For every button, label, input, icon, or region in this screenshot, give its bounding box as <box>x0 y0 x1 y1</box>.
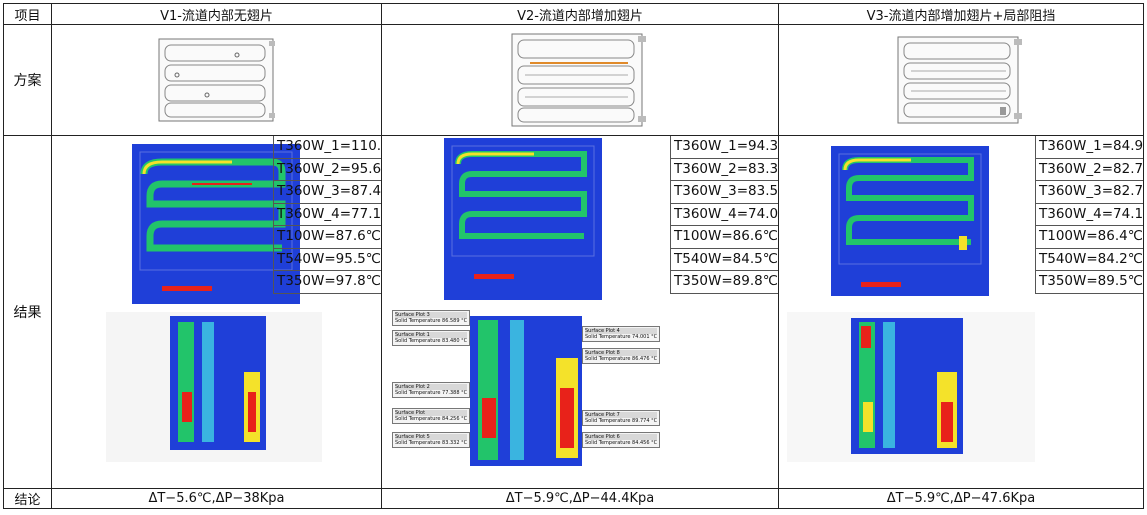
callout-v2-0: Surface Plot Solid Temperature 84.256 °C <box>392 408 471 424</box>
temp-v3-7: T350W=89.5℃ <box>1035 271 1143 294</box>
temps-v3: T360W_1=84.9℃ T360W_2=82.7℃ T360W_3=82.7… <box>1035 136 1143 294</box>
temp-v2-5: T100W=86.6℃ <box>670 226 778 249</box>
temps-v1: T360W_1=110.0℃ T360W_2=95.6℃ T360W_3=87.… <box>273 136 381 294</box>
flow-plot-v2 <box>444 138 602 300</box>
temp-v3-6: T540W=84.2℃ <box>1035 248 1143 271</box>
scheme-v3-diagram <box>897 36 1022 123</box>
temp-v1-7: T350W=97.8℃ <box>273 271 381 294</box>
header-v1: V1-流道内部无翅片 <box>51 3 382 25</box>
scheme-v1 <box>51 24 382 136</box>
scheme-v3 <box>778 24 1144 136</box>
temp-v2-4: T360W_4=74.0℃ <box>670 203 778 226</box>
temp-v3-5: T100W=86.4℃ <box>1035 226 1143 249</box>
callout-v2-5: Surface Plot 5 Solid Temperature 83.332 °… <box>392 432 471 448</box>
conclusion-v1: ΔT−5.6℃,ΔP−38Kpa <box>51 488 382 509</box>
temp-v2-6: T540W=84.5℃ <box>670 248 778 271</box>
temps-v2: T360W_1=94.3℃ T360W_2=83.3℃ T360W_3=83.5… <box>670 136 778 294</box>
header-item: 项目 <box>3 3 52 25</box>
temp-v2-3: T360W_3=83.5℃ <box>670 181 778 204</box>
result-v3: T360W_1=84.9℃ T360W_2=82.7℃ T360W_3=82.7… <box>778 135 1144 489</box>
callout-v2-1: Surface Plot 1 Solid Temperature 83.480 °… <box>392 330 471 346</box>
scheme-v2-diagram <box>511 33 646 127</box>
scheme-v1-diagram <box>158 38 275 122</box>
callout-v2-7: Surface Plot 7 Solid Temperature 89.774 °… <box>582 410 661 426</box>
temp-v3-3: T360W_3=82.7℃ <box>1035 181 1143 204</box>
callout-v2-4: Surface Plot 4 Solid Temperature 74.001 °… <box>582 326 661 342</box>
temp-v1-1: T360W_1=110.0℃ <box>273 136 381 159</box>
conclusion-v2: ΔT−5.9℃,ΔP−44.4Kpa <box>381 488 779 509</box>
conclusion-v3: ΔT−5.9℃,ΔP−47.6Kpa <box>778 488 1144 509</box>
temp-v3-4: T360W_4=74.1℃ <box>1035 203 1143 226</box>
callout-v2-2: Surface Plot 2 Solid Temperature 77.388 °… <box>392 382 471 398</box>
result-v1: T360W_1=110.0℃ T360W_2=95.6℃ T360W_3=87.… <box>51 135 382 489</box>
temp-v2-2: T360W_2=83.3℃ <box>670 158 778 181</box>
thermal-plot-v3 <box>787 312 1035 462</box>
header-v2: V2-流道内部增加翅片 <box>381 3 779 25</box>
temp-v1-2: T360W_2=95.6℃ <box>273 158 381 181</box>
temp-v1-3: T360W_3=87.4℃ <box>273 181 381 204</box>
comparison-table: 项目 V1-流道内部无翅片 V2-流道内部增加翅片 V3-流道内部增加翅片+局部… <box>3 3 1144 509</box>
conclusion-label: 结论 <box>3 488 52 509</box>
scheme-label: 方案 <box>3 24 52 136</box>
temp-v2-7: T350W=89.8℃ <box>670 271 778 294</box>
result-label: 结果 <box>3 135 52 489</box>
temp-v1-6: T540W=95.5℃ <box>273 248 381 271</box>
temp-v3-2: T360W_2=82.7℃ <box>1035 158 1143 181</box>
temp-v1-5: T100W=87.6℃ <box>273 226 381 249</box>
header-v3: V3-流道内部增加翅片+局部阻挡 <box>778 3 1144 25</box>
callout-v2-6: Surface Plot 6 Solid Temperature 84.456 °… <box>582 432 661 448</box>
scheme-v2 <box>381 24 779 136</box>
flow-plot-v3 <box>831 146 989 296</box>
temp-v2-1: T360W_1=94.3℃ <box>670 136 778 159</box>
callout-v2-3: Surface Plot 3 Solid Temperature 86.589 °… <box>392 310 471 326</box>
temp-v1-4: T360W_4=77.1℃ <box>273 203 381 226</box>
thermal-plot-v1 <box>106 312 322 462</box>
callout-v2-8: Surface Plot 8 Solid Temperature 86.476 °… <box>582 348 661 364</box>
temp-v3-1: T360W_1=84.9℃ <box>1035 136 1143 159</box>
result-v2: Surface Plot 3 Solid Temperature 86.589 °… <box>381 135 779 489</box>
